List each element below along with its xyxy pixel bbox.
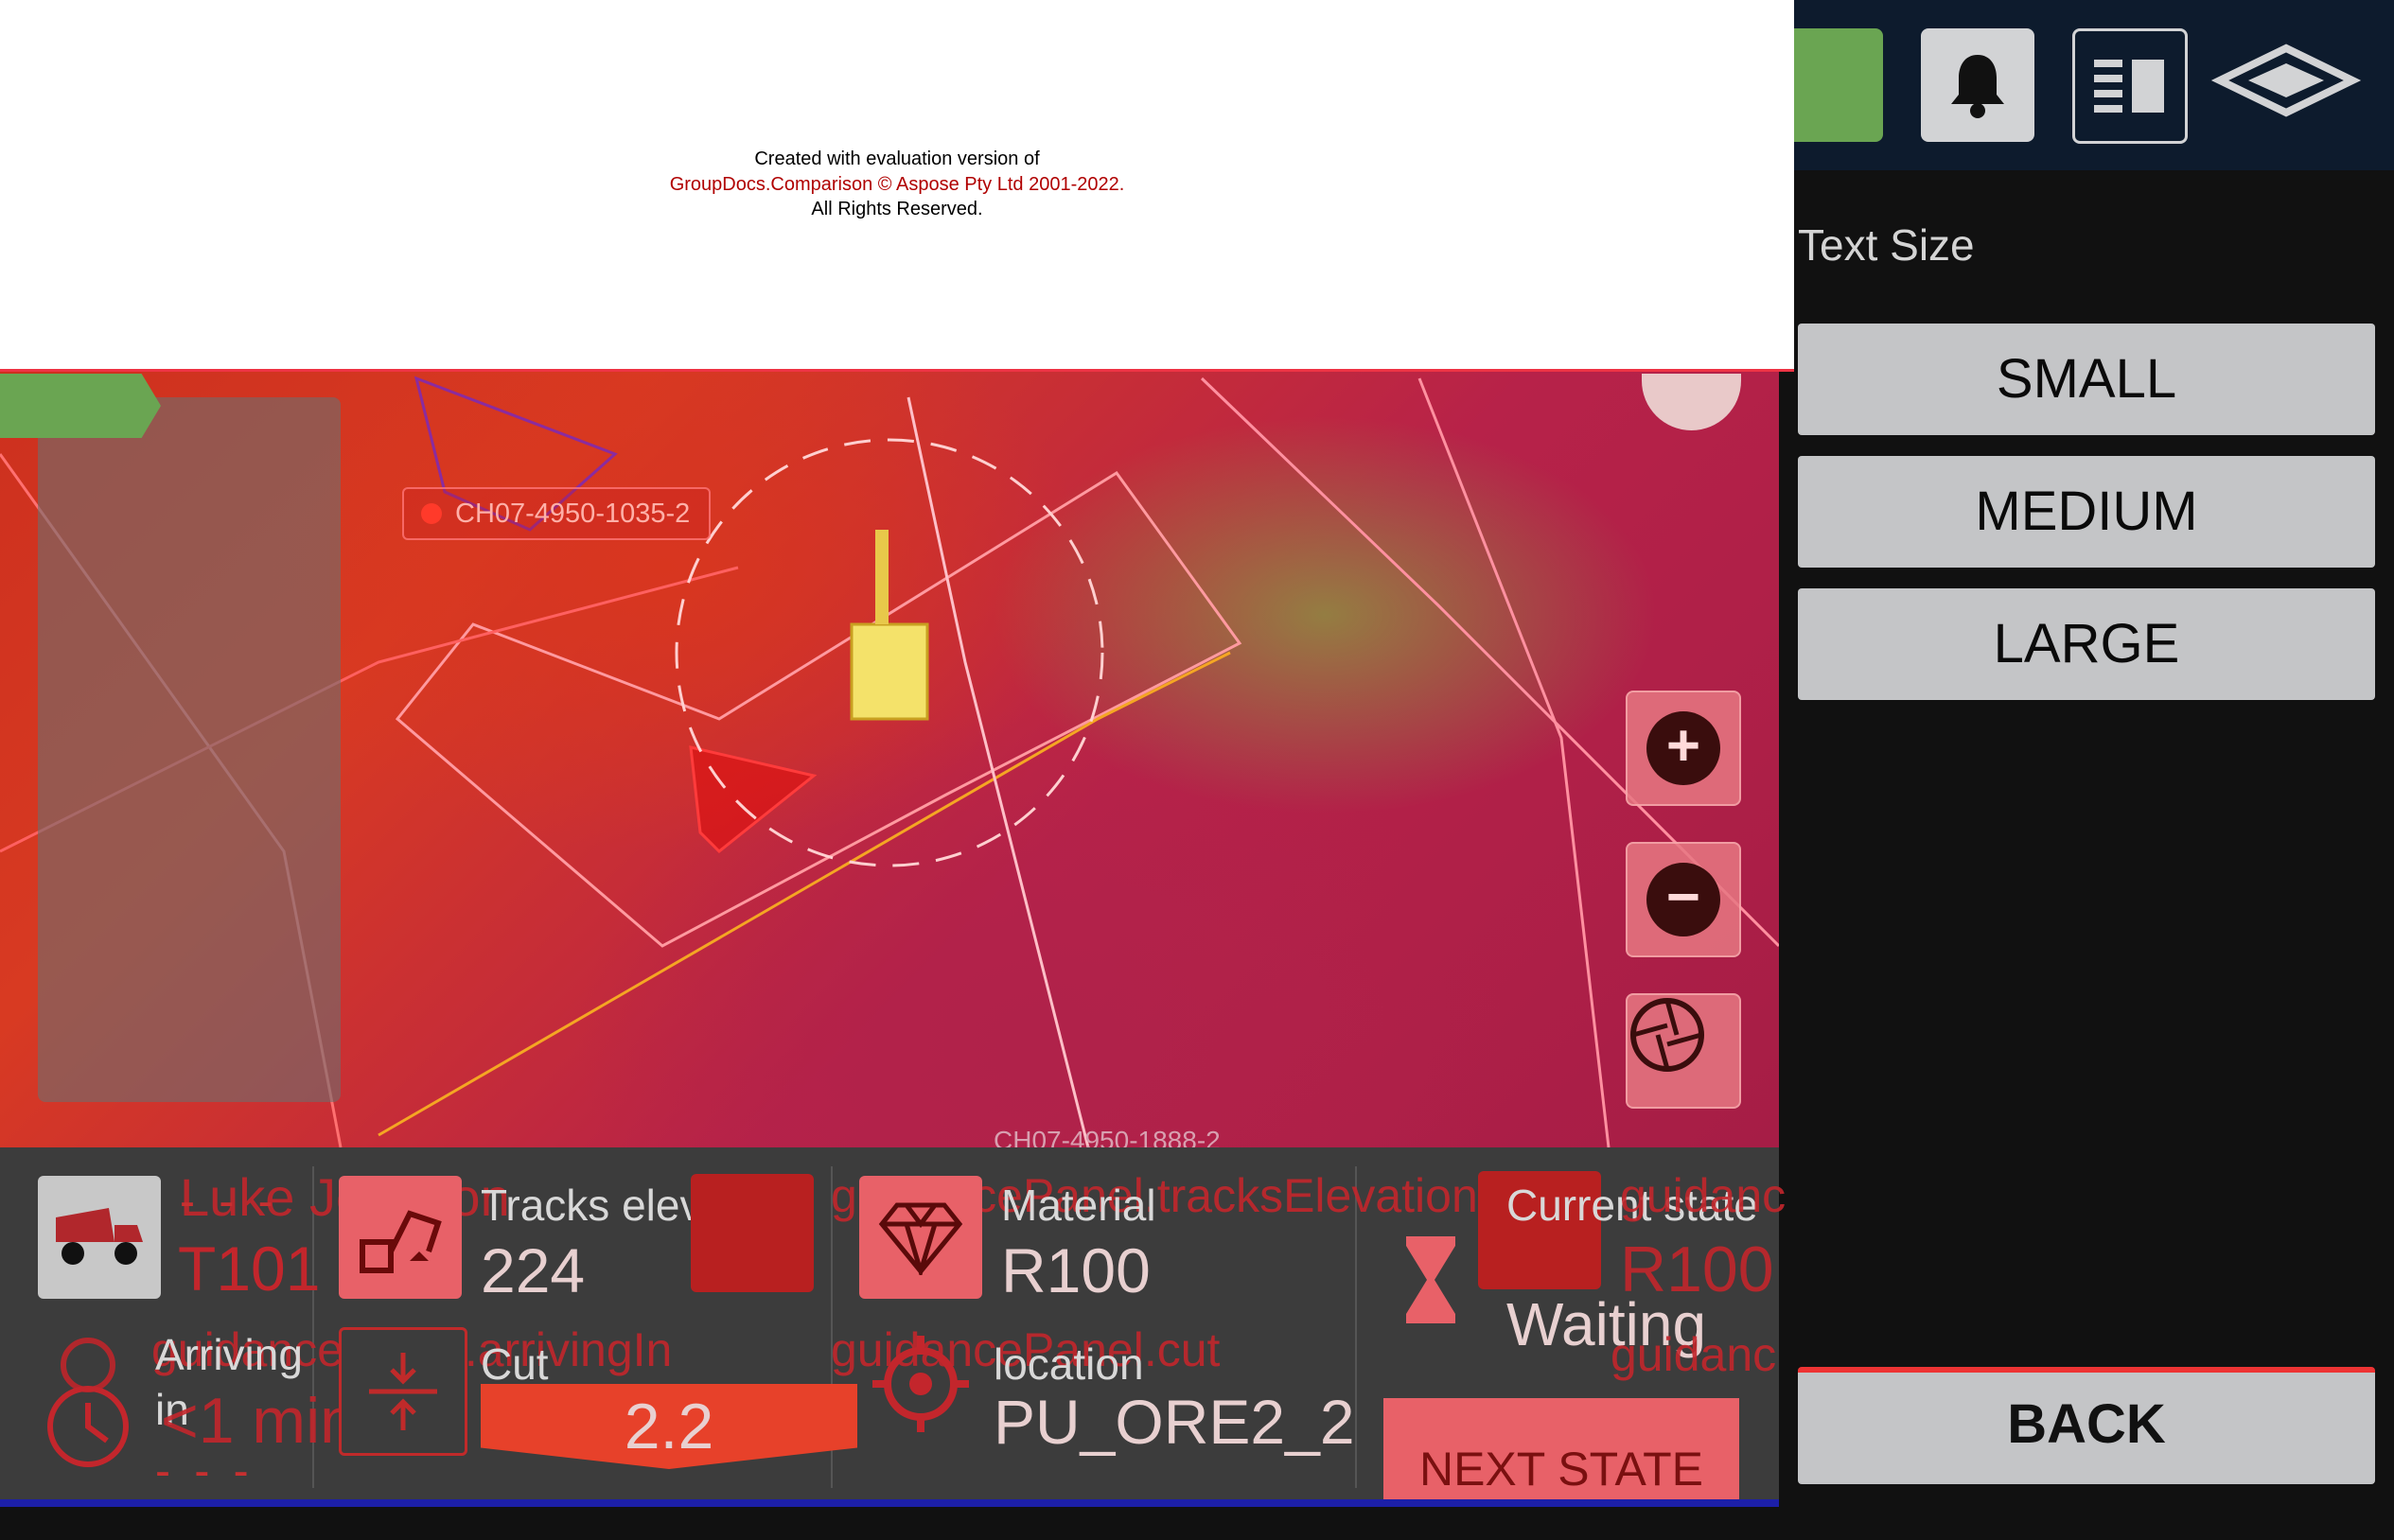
text-size-medium-button[interactable]: MEDIUM xyxy=(1798,456,2375,568)
truck-icon-box[interactable] xyxy=(38,1176,161,1299)
text-size-small-button[interactable]: SMALL xyxy=(1798,324,2375,435)
truck-dashes: - - - xyxy=(180,1177,279,1227)
arriving-dashes: - - - xyxy=(155,1446,255,1496)
excavator-icon-box[interactable] xyxy=(339,1176,462,1299)
text-size-title: Text Size xyxy=(1798,220,1975,270)
company-logo xyxy=(2210,44,2362,117)
reports-button[interactable] xyxy=(2072,28,2188,144)
text-size-large-button[interactable]: LARGE xyxy=(1798,588,2375,700)
diamond-icon xyxy=(878,1202,963,1275)
top-bar xyxy=(1794,0,2394,170)
back-button[interactable]: BACK xyxy=(1798,1367,2375,1484)
material-label: Material xyxy=(1001,1181,1156,1230)
excavator-icon xyxy=(360,1210,442,1273)
hourglass-icon xyxy=(1406,1236,1455,1323)
location-label: location xyxy=(994,1339,1144,1389)
zoom-out-button[interactable]: − xyxy=(1626,842,1741,957)
truck-id: T101 xyxy=(178,1234,321,1304)
cut-value-bar: 2.2 xyxy=(481,1384,857,1469)
tracks-elevation-value: 224 xyxy=(481,1235,586,1305)
bell-icon xyxy=(1951,55,2004,118)
material-icon-box[interactable] xyxy=(859,1176,982,1299)
next-state-button[interactable]: NEXT STATE xyxy=(1383,1398,1739,1507)
ghost-icon-box xyxy=(691,1174,814,1292)
block-label[interactable]: CH07-4950-1888-2 xyxy=(994,1126,1221,1147)
watermark-line: Created with evaluation version of xyxy=(754,149,1040,169)
block-label[interactable]: CH07-4950-1035-2 xyxy=(402,487,712,540)
watermark-line: All Rights Reserved. xyxy=(811,199,983,219)
state-ghost: guidanc xyxy=(1620,1169,1787,1222)
cut-fill-icon xyxy=(369,1353,437,1430)
location-value: PU_ORE2_2 xyxy=(994,1387,1355,1457)
aperture-icon xyxy=(1630,998,1704,1072)
map-side-tab[interactable] xyxy=(0,374,161,438)
zoom-in-button[interactable]: + xyxy=(1626,691,1741,806)
dump-truck-icon xyxy=(56,1208,143,1265)
bottom-accent-line xyxy=(0,1499,1779,1507)
minus-icon: − xyxy=(1646,863,1720,936)
cut-icon-box[interactable] xyxy=(339,1327,467,1456)
cut-label: Cut xyxy=(481,1339,549,1389)
status-button[interactable] xyxy=(1794,28,1883,142)
map-left-panel xyxy=(38,397,341,1102)
guidance-panel: Luke Johnson - - - T101 guidancePanel.ar… xyxy=(0,1147,1786,1507)
clock-icon xyxy=(47,1338,129,1467)
camera-button[interactable] xyxy=(1626,993,1741,1109)
watermark-line: GroupDocs.Comparison © Aspose Pty Ltd 20… xyxy=(669,174,1125,195)
location-target-icon xyxy=(872,1336,969,1432)
material-value: R100 xyxy=(1001,1235,1151,1305)
plus-icon: + xyxy=(1646,711,1720,785)
text-size-panel: Text Size SMALL MEDIUM LARGE BACK xyxy=(1794,170,2394,1507)
notifications-button[interactable] xyxy=(1921,28,2034,142)
state-ghost-2: guidanc xyxy=(1611,1328,1777,1381)
document-icon xyxy=(2094,60,2164,113)
evaluation-watermark: Created with evaluation version of Group… xyxy=(0,0,1794,372)
